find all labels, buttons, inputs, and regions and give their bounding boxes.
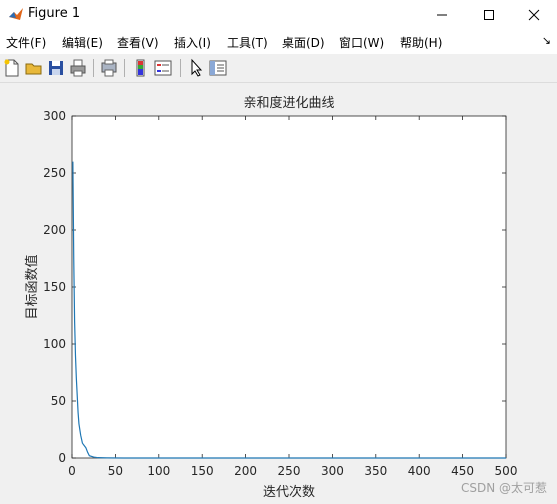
chart-title: 亲和度进化曲线 — [243, 95, 334, 111]
menu-edit[interactable]: 编辑(E) — [62, 34, 103, 51]
menu-file[interactable]: 文件(F) — [6, 34, 46, 51]
x-tick-label: 150 — [191, 464, 214, 478]
watermark: CSDN @太可惹 — [460, 481, 547, 495]
maximize-icon — [484, 10, 494, 20]
x-tick-label: 350 — [364, 464, 387, 478]
colorbar-icon[interactable] — [131, 58, 151, 78]
menu-help[interactable]: 帮助(H) — [400, 34, 442, 51]
y-tick-label: 150 — [43, 280, 66, 294]
open-file-icon[interactable] — [24, 58, 44, 78]
matlab-icon — [9, 8, 23, 20]
x-tick-label: 300 — [321, 464, 344, 478]
print-preview-icon[interactable] — [99, 58, 119, 78]
y-tick-label: 250 — [43, 166, 66, 180]
menu-desktop[interactable]: 桌面(D) — [282, 34, 325, 51]
menu-tools[interactable]: 工具(T) — [227, 34, 268, 51]
toolbar-separator — [180, 59, 181, 77]
pointer-icon[interactable] — [186, 58, 206, 78]
toolbar-separator — [93, 59, 94, 77]
dock-arrow-icon[interactable]: ↘ — [542, 34, 551, 47]
figure-canvas: 亲和度进化曲线 0 50 100 150 200 250 300 350 400 450 500 0… — [0, 83, 557, 504]
y-tick-label: 200 — [43, 223, 66, 237]
menu-view[interactable]: 查看(V) — [117, 34, 159, 51]
toolbar-separator — [124, 59, 125, 77]
close-button[interactable] — [511, 0, 557, 30]
toolbar — [0, 54, 557, 83]
x-tick-label: 450 — [451, 464, 474, 478]
minimize-button[interactable] — [419, 0, 465, 30]
x-tick-label: 400 — [408, 464, 431, 478]
y-tick-label: 300 — [43, 109, 66, 123]
title-bar: Figure 1 — [0, 0, 557, 30]
x-tick-label: 500 — [495, 464, 518, 478]
axes-box — [71, 115, 507, 459]
minimize-icon — [437, 14, 447, 16]
y-tick-label: 0 — [58, 451, 66, 465]
x-tick-label: 50 — [108, 464, 123, 478]
menu-insert[interactable]: 插入(I) — [174, 34, 211, 51]
legend-icon[interactable] — [153, 58, 173, 78]
property-editor-icon[interactable] — [208, 58, 228, 78]
new-figure-icon[interactable] — [2, 58, 22, 78]
maximize-button[interactable] — [466, 0, 512, 30]
x-tick-label: 250 — [278, 464, 301, 478]
window-title: Figure 1 — [28, 6, 81, 21]
x-tick-label: 100 — [147, 464, 170, 478]
x-tick-label: 200 — [234, 464, 257, 478]
line-chart: 亲和度进化曲线 0 50 100 150 200 250 300 350 400 450 500 0… — [24, 95, 518, 500]
y-tick-label: 50 — [51, 394, 66, 408]
y-tick-label: 100 — [43, 337, 66, 351]
menu-window[interactable]: 窗口(W) — [339, 34, 384, 51]
y-axis-label: 目标函数值 — [24, 254, 40, 319]
x-tick-label: 0 — [68, 464, 76, 478]
save-icon[interactable] — [46, 58, 66, 78]
print-icon[interactable] — [68, 58, 88, 78]
menu-bar: 文件(F) 编辑(E) 查看(V) 插入(I) 工具(T) 桌面(D) 窗口(W… — [0, 30, 557, 54]
x-axis-label: 迭代次数 — [263, 484, 315, 500]
close-icon — [528, 9, 540, 21]
